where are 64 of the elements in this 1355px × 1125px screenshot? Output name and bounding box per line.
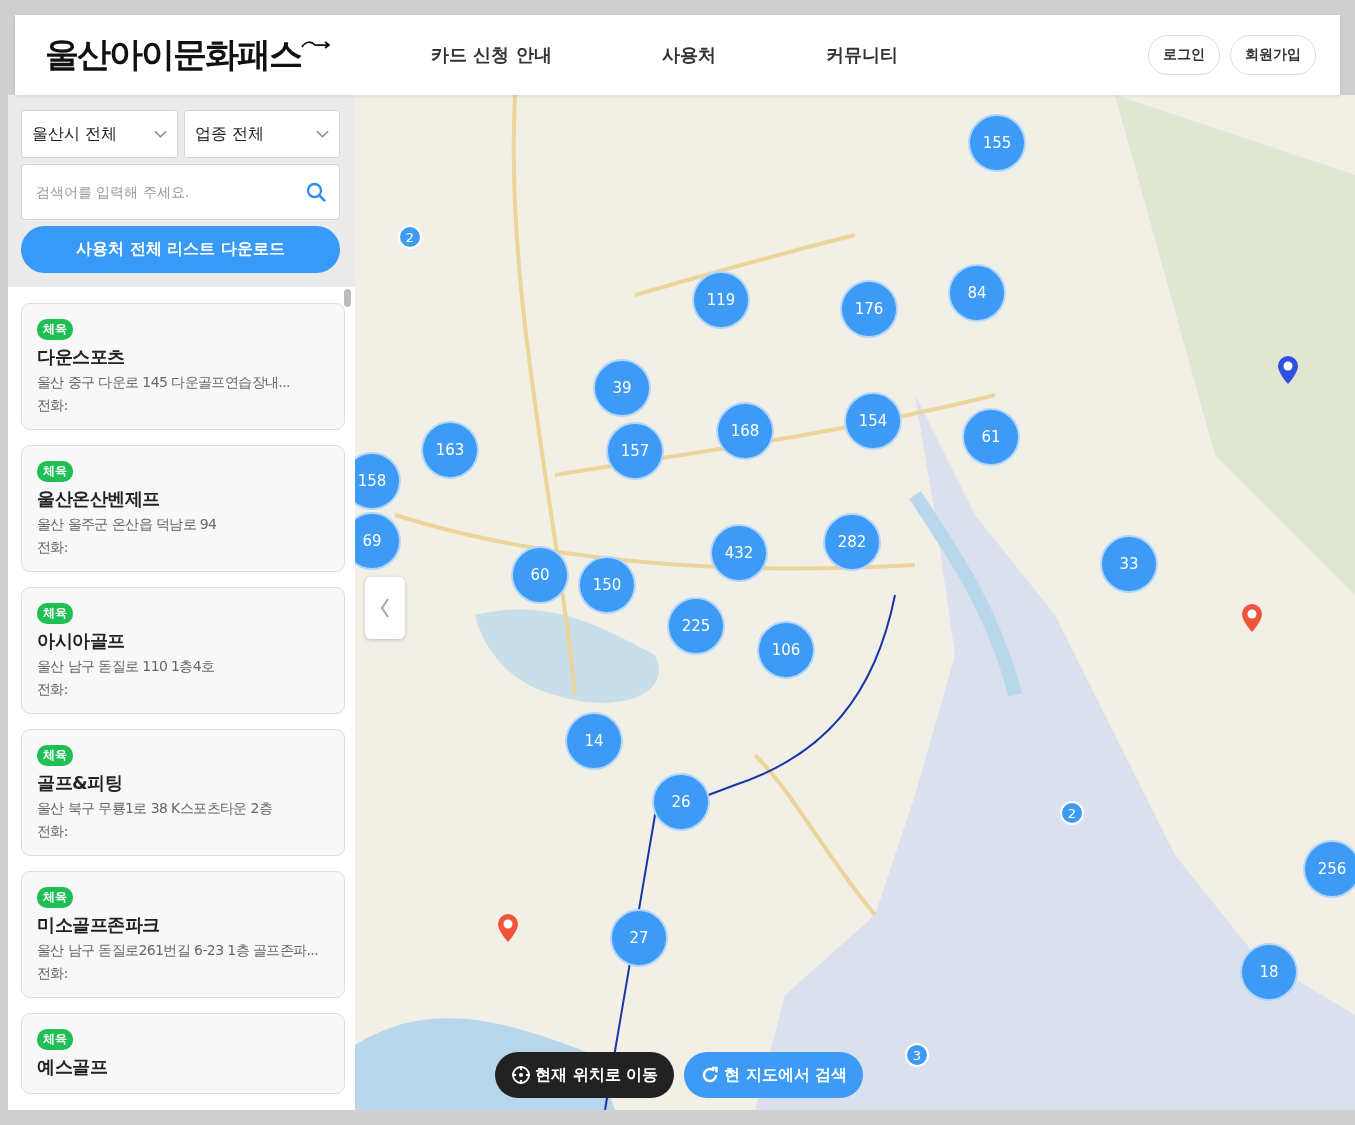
place-address: 울산 북구 무룡1로 38 K스포츠타운 2층 (37, 800, 273, 818)
site-logo[interactable]: 울산아이문화패스 (45, 32, 301, 78)
cluster-marker[interactable]: 168 (716, 402, 774, 460)
cluster-marker[interactable]: 60 (511, 546, 569, 604)
cluster-marker[interactable]: 39 (593, 359, 651, 417)
cluster-marker[interactable]: 154 (844, 392, 902, 450)
cluster-marker[interactable]: 2 (398, 225, 422, 249)
cluster-marker[interactable]: 282 (823, 513, 881, 571)
login-button[interactable]: 로그인 (1148, 35, 1220, 75)
category-tag: 체육 (37, 1029, 73, 1050)
cluster-marker[interactable]: 163 (421, 421, 479, 479)
place-card[interactable]: 체육 골프&피팅 울산 북구 무룡1로 38 K스포츠타운 2층 전화: (21, 729, 345, 856)
cluster-marker[interactable]: 256 (1303, 840, 1355, 898)
search-field[interactable]: 검색어를 입력해 주세요. (21, 164, 340, 220)
place-phone: 전화: (37, 965, 68, 983)
place-card[interactable]: 체육 아시아골프 울산 남구 돋질로 110 1층4호 전화: (21, 587, 345, 714)
place-name: 울산온산벤제프 (37, 487, 160, 511)
place-name: 다운스포츠 (37, 345, 125, 369)
cluster-marker[interactable]: 84 (948, 264, 1006, 322)
cluster-marker[interactable]: 119 (692, 271, 750, 329)
place-address: 울산 남구 돋질로 110 1층4호 (37, 658, 215, 676)
cluster-marker[interactable]: 155 (968, 114, 1026, 172)
cluster-marker[interactable]: 225 (667, 597, 725, 655)
place-address: 울산 남구 돋질로261번길 6-23 1층 골프존파... (37, 942, 318, 960)
cluster-marker[interactable]: 106 (757, 621, 815, 679)
cluster-marker[interactable]: 432 (710, 524, 768, 582)
category-tag: 체육 (37, 745, 73, 766)
cluster-marker[interactable]: 150 (578, 556, 636, 614)
place-name: 미소골프존파크 (37, 913, 160, 937)
nav-link[interactable]: 카드 신청 안내 (431, 43, 552, 67)
nav-link[interactable]: 사용처 (661, 43, 716, 67)
region-dropdown[interactable]: 울산시 전체 (21, 110, 178, 158)
place-phone: 전화: (37, 823, 68, 841)
cluster-marker[interactable]: 157 (606, 422, 664, 480)
place-card[interactable]: 체육 다운스포츠 울산 중구 다운로 145 다운골프연습장내... 전화: (21, 303, 345, 430)
place-name: 골프&피팅 (37, 771, 123, 795)
place-phone: 전화: (37, 539, 68, 557)
category-tag: 체육 (37, 319, 73, 340)
signup-button[interactable]: 회원가입 (1230, 35, 1316, 75)
category-tag: 체육 (37, 603, 73, 624)
category-dropdown[interactable]: 업종 전체 (183, 110, 340, 158)
category-tag: 체육 (37, 887, 73, 908)
place-card[interactable]: 체육 울산온산벤제프 울산 울주군 온산읍 덕남로 94 전화: (21, 445, 345, 572)
place-phone: 전화: (37, 681, 68, 699)
cluster-marker[interactable]: 33 (1100, 535, 1158, 593)
download-list-button[interactable]: 사용처 전체 리스트 다운로드 (21, 226, 340, 273)
place-phone: 전화: (37, 397, 68, 415)
cluster-marker[interactable]: 14 (565, 712, 623, 770)
search-this-area-button[interactable]: 현 지도에서 검색 (684, 1052, 864, 1098)
cluster-marker[interactable]: 69 (355, 512, 401, 570)
nav-link[interactable]: 커뮤니티 (825, 43, 898, 67)
place-name: 아시아골프 (37, 629, 125, 653)
category-tag: 체육 (37, 461, 73, 482)
place-card[interactable]: 체육 예스골프 (21, 1013, 345, 1094)
cluster-marker[interactable]: 176 (840, 280, 898, 338)
place-card[interactable]: 체육 미소골프존파크 울산 남구 돋질로261번길 6-23 1층 골프존파... 전화: (21, 871, 345, 998)
locate-button[interactable]: 현재 위치로 이동 (495, 1052, 675, 1098)
cluster-marker[interactable]: 26 (652, 773, 710, 831)
place-name: 예스골프 (37, 1055, 107, 1079)
cluster-marker[interactable]: 27 (610, 909, 668, 967)
cluster-marker[interactable]: 158 (355, 452, 401, 510)
place-address: 울산 울주군 온산읍 덕남로 94 (37, 516, 217, 534)
place-address: 울산 중구 다운로 145 다운골프연습장내... (37, 374, 290, 392)
cluster-marker[interactable]: 61 (962, 408, 1020, 466)
